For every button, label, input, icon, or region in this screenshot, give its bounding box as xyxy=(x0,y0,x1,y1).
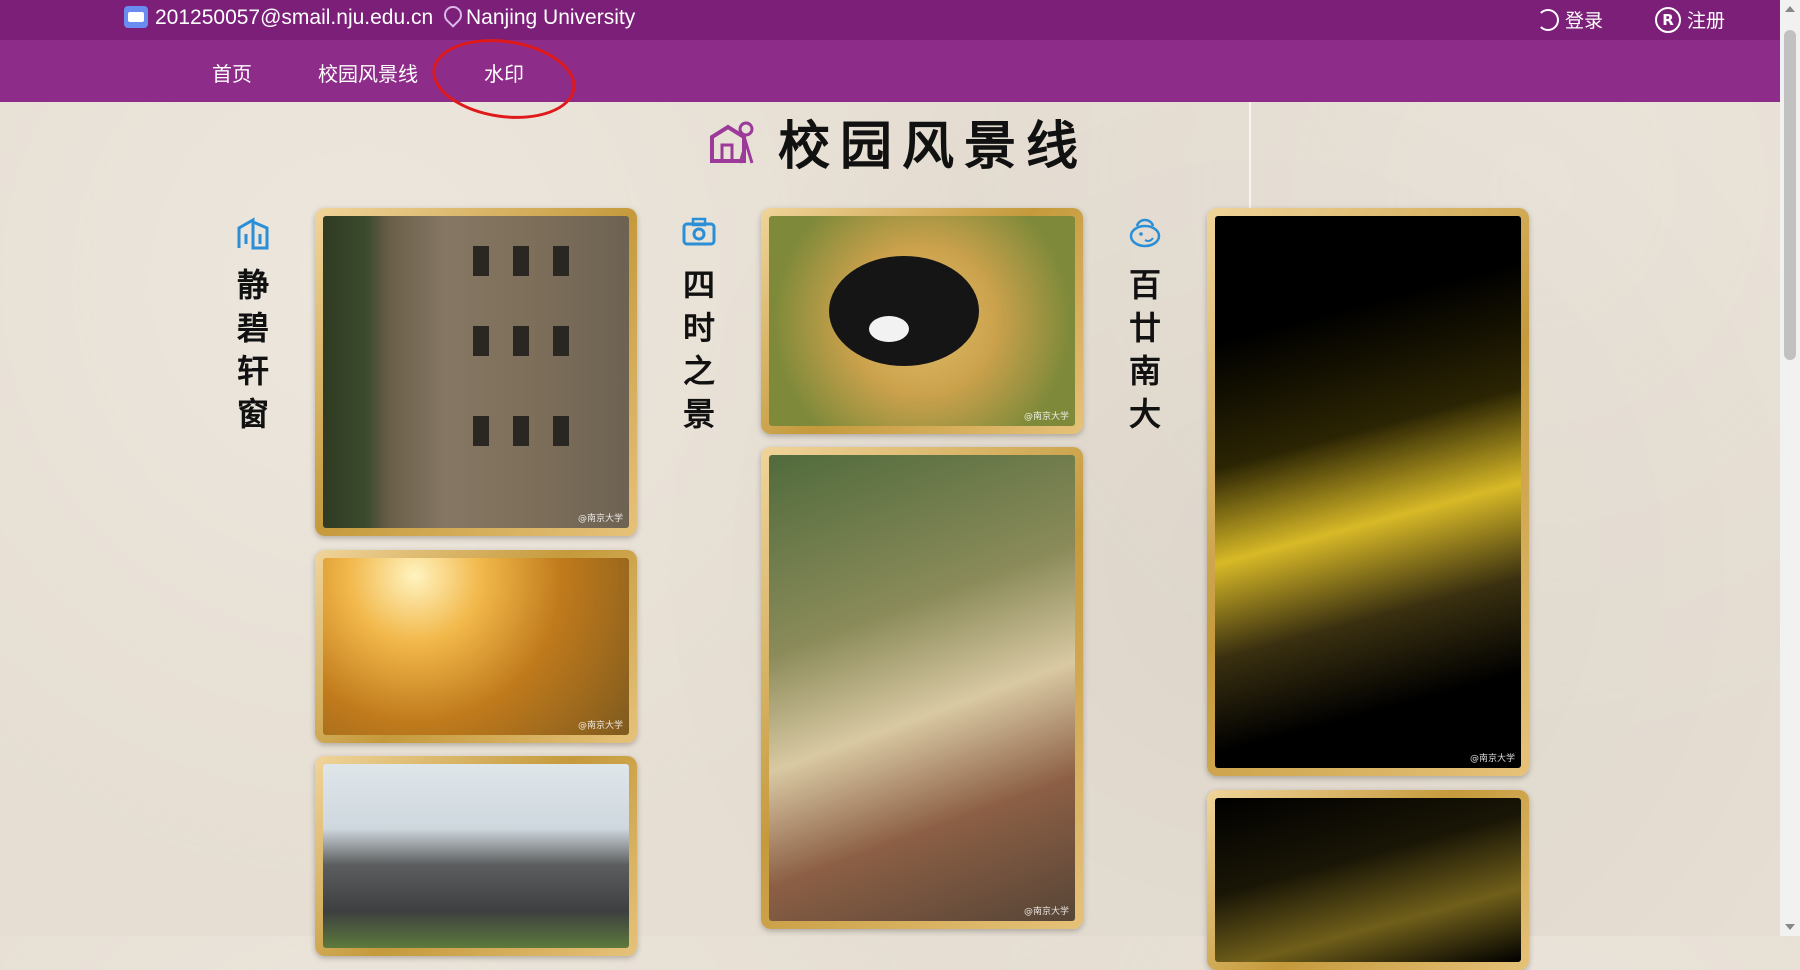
photo-pavilion: @南京大学 xyxy=(323,558,629,735)
cat-figure xyxy=(829,256,979,366)
nav-item-campus-scenery[interactable]: 校园风景线 xyxy=(318,58,418,87)
login-icon xyxy=(1537,8,1559,31)
photo-card[interactable]: @南京大学 xyxy=(761,208,1083,434)
section-label-windows: 静碧轩窗 xyxy=(223,214,283,436)
photo-card[interactable]: @南京大学 xyxy=(315,208,637,536)
top-info-bar: 201250057@smail.nju.edu.cn Nanjing Unive… xyxy=(0,0,1780,40)
scroll-down-arrow-icon[interactable] xyxy=(1785,924,1795,930)
mail-icon xyxy=(124,6,148,28)
photo-watermark: @南京大学 xyxy=(1469,754,1515,764)
section-label-seasons: 四时之景 xyxy=(669,214,729,436)
page-scrollbar[interactable] xyxy=(1780,0,1800,936)
photo-tree-and-eaves: @南京大学 xyxy=(769,455,1075,921)
photo-old-building: @南京大学 xyxy=(323,216,629,528)
photo-card[interactable]: @南京大学 xyxy=(315,550,637,743)
section-text: 百廿南大 xyxy=(1128,266,1161,433)
section-label-120-years: 百廿南大 xyxy=(1115,214,1175,436)
main-nav: 首页 校园风景线 水印 xyxy=(0,40,1780,102)
page-title: 校园风景线 xyxy=(706,104,1088,179)
register-label: 注册 xyxy=(1687,10,1726,32)
login-label: 登录 xyxy=(1565,10,1604,32)
scroll-up-arrow-icon[interactable] xyxy=(1785,6,1795,12)
campus-building-icon xyxy=(710,121,754,163)
photo-card[interactable]: @南京大学 xyxy=(1207,208,1529,776)
mascot-icon xyxy=(1129,218,1161,248)
photo-card[interactable] xyxy=(315,756,637,956)
photo-card[interactable]: @南京大学 xyxy=(761,447,1083,929)
background-divider xyxy=(1249,102,1251,212)
register-icon: R xyxy=(1655,6,1681,33)
photo-card[interactable] xyxy=(1207,790,1529,970)
photo-watermark: @南京大学 xyxy=(1023,412,1069,422)
title-text: 校园风景线 xyxy=(778,116,1089,177)
photo-watermark: @南京大学 xyxy=(1023,907,1069,917)
location-pin-icon xyxy=(440,2,466,28)
building-chart-icon xyxy=(237,217,269,250)
photo-watermark: @南京大学 xyxy=(577,514,623,524)
nav-item-home[interactable]: 首页 xyxy=(212,58,252,87)
register-link[interactable]: R 注册 xyxy=(1655,6,1725,33)
photo-watermark: @南京大学 xyxy=(577,721,623,731)
camera-icon xyxy=(682,217,716,246)
section-text: 四时之景 xyxy=(682,266,715,433)
section-text: 静碧轩窗 xyxy=(236,266,269,433)
photo-cat: @南京大学 xyxy=(769,216,1075,426)
scrollbar-thumb[interactable] xyxy=(1784,30,1796,360)
photo-light-show-2 xyxy=(1215,798,1521,962)
photo-light-show: @南京大学 xyxy=(1215,216,1521,768)
photo-rooftops xyxy=(323,764,629,948)
user-email: 201250057@smail.nju.edu.cn xyxy=(155,6,434,29)
user-location: Nanjing University xyxy=(466,6,636,29)
login-link[interactable]: 登录 xyxy=(1537,6,1603,33)
